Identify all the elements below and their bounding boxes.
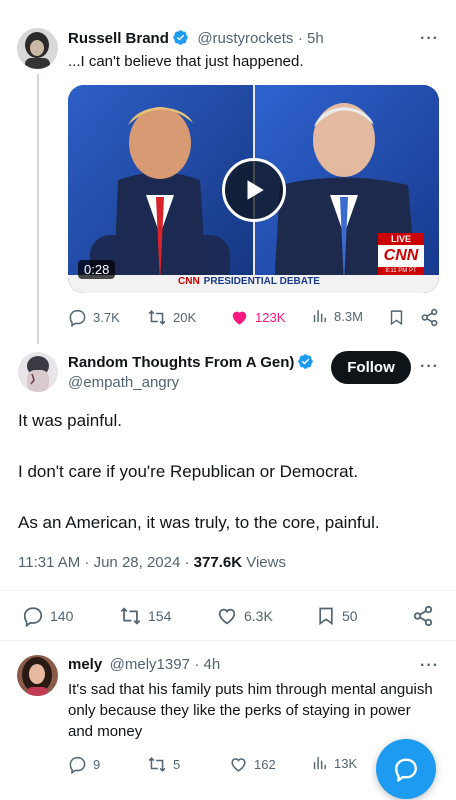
reply-button[interactable]: 3.7K <box>68 308 120 327</box>
author-name[interactable]: Russell Brand <box>68 30 169 47</box>
tweet-paragraph: It was painful. <box>18 411 122 430</box>
repost-icon <box>148 757 166 772</box>
views-stat[interactable]: 13K <box>311 755 357 772</box>
more-options-icon[interactable]: ··· <box>420 657 439 675</box>
play-icon <box>247 180 264 200</box>
views-chart-icon <box>313 310 326 323</box>
tweet-meta: 11:31 AM · Jun 28, 2024 · 377.6K Views <box>18 554 286 571</box>
tweet2-author: Random Thoughts From A Gen) <box>68 353 330 372</box>
heart-icon <box>218 608 236 625</box>
divider <box>0 640 456 641</box>
share-icon[interactable] <box>420 308 439 332</box>
repost-button[interactable]: 20K <box>147 308 196 327</box>
like-count: 162 <box>254 757 276 772</box>
repost-count: 5 <box>173 757 181 772</box>
share-icon[interactable] <box>412 605 434 632</box>
lower-third-banner: CNN PRESIDENTIAL DEBATE <box>178 276 320 287</box>
repost-count: 154 <box>148 608 172 624</box>
author-handle[interactable]: @mely1397 <box>110 656 190 673</box>
tweet-time[interactable]: · 5h <box>298 30 324 47</box>
like-button[interactable]: 123K <box>230 308 285 327</box>
network-logo: CNN <box>378 245 424 267</box>
live-badge: LIVE CNN 8:11 PM PT <box>378 233 424 275</box>
avatar-mely[interactable] <box>17 655 58 696</box>
reply-count: 140 <box>50 608 74 624</box>
like-count: 6.3K <box>244 608 273 624</box>
tweet-paragraph: I don't care if you're Republican or Dem… <box>18 462 359 481</box>
avatar-random-thoughts[interactable] <box>18 352 58 392</box>
video-player[interactable]: CNN PRESIDENTIAL DEBATE LIVE CNN 8:11 PM … <box>68 85 439 293</box>
heart-icon <box>231 758 246 772</box>
tweet3-text: It's sad that his family puts him throug… <box>68 681 433 740</box>
repost-count: 20K <box>173 310 197 325</box>
divider <box>0 590 456 591</box>
reply-count: 9 <box>93 757 101 772</box>
reply-icon <box>69 757 86 774</box>
more-options-icon[interactable]: ··· <box>420 358 439 376</box>
views-count: 8.3M <box>334 309 363 324</box>
bookmark-count: 50 <box>342 608 358 624</box>
author-handle[interactable]: @empath_angry <box>68 374 179 391</box>
verified-badge-icon <box>298 354 314 369</box>
thread-line <box>37 74 39 344</box>
tweet-paragraph: As an American, it was truly, to the cor… <box>18 513 380 532</box>
repost-button[interactable]: 5 <box>147 755 180 774</box>
repost-button[interactable]: 154 <box>119 605 171 627</box>
views-stat[interactable]: 8.3M <box>311 308 363 325</box>
view-count: 377.6K <box>193 554 243 571</box>
play-button[interactable] <box>222 158 286 222</box>
reply-count: 3.7K <box>93 310 120 325</box>
like-count: 123K <box>255 310 286 325</box>
tweet1-header: Russell Brand @rustyrockets · 5h <box>68 29 324 48</box>
video-duration: 0:28 <box>78 260 116 279</box>
reply-button[interactable]: 9 <box>68 755 100 774</box>
views-count: 13K <box>334 756 358 771</box>
follow-button[interactable]: Follow <box>331 351 411 384</box>
repost-icon <box>120 607 141 625</box>
repost-icon <box>148 310 166 325</box>
network-logo-small: CNN <box>178 276 200 287</box>
reply-icon <box>69 310 86 327</box>
tweet-timestamp[interactable]: 11:31 AM · Jun 28, 2024 · <box>18 554 194 571</box>
live-label: LIVE <box>378 233 424 245</box>
tweet3-header: mely @mely1397 · 4h <box>68 656 220 674</box>
bookmark-icon <box>319 607 333 626</box>
floating-reply-button[interactable] <box>376 739 436 799</box>
view-label: Views <box>242 554 286 571</box>
avatar-russell-brand[interactable] <box>17 28 58 69</box>
bookmark-button[interactable]: 50 <box>316 605 358 627</box>
reply-bubble-icon <box>395 758 417 782</box>
verified-badge-icon <box>173 30 188 45</box>
live-time: 8:11 PM PT <box>378 267 424 275</box>
heart-filled-icon <box>232 311 247 325</box>
tweet1-text: ...I can't believe that just happened. <box>68 53 304 70</box>
more-options-icon[interactable]: ··· <box>420 30 439 48</box>
reply-button[interactable]: 140 <box>22 605 73 627</box>
author-name[interactable]: mely <box>68 656 102 673</box>
tweet2-body: It was painful. I don't care if you're R… <box>18 410 438 534</box>
reply-icon <box>23 607 43 627</box>
tweet-time[interactable]: · 4h <box>194 656 220 673</box>
views-chart-icon <box>313 757 326 770</box>
author-name[interactable]: Random Thoughts From A Gen) <box>68 354 294 371</box>
bookmark-icon[interactable] <box>388 308 405 332</box>
author-handle[interactable]: @rustyrockets <box>197 30 293 47</box>
like-button[interactable]: 162 <box>229 755 276 774</box>
like-button[interactable]: 6.3K <box>216 605 273 627</box>
